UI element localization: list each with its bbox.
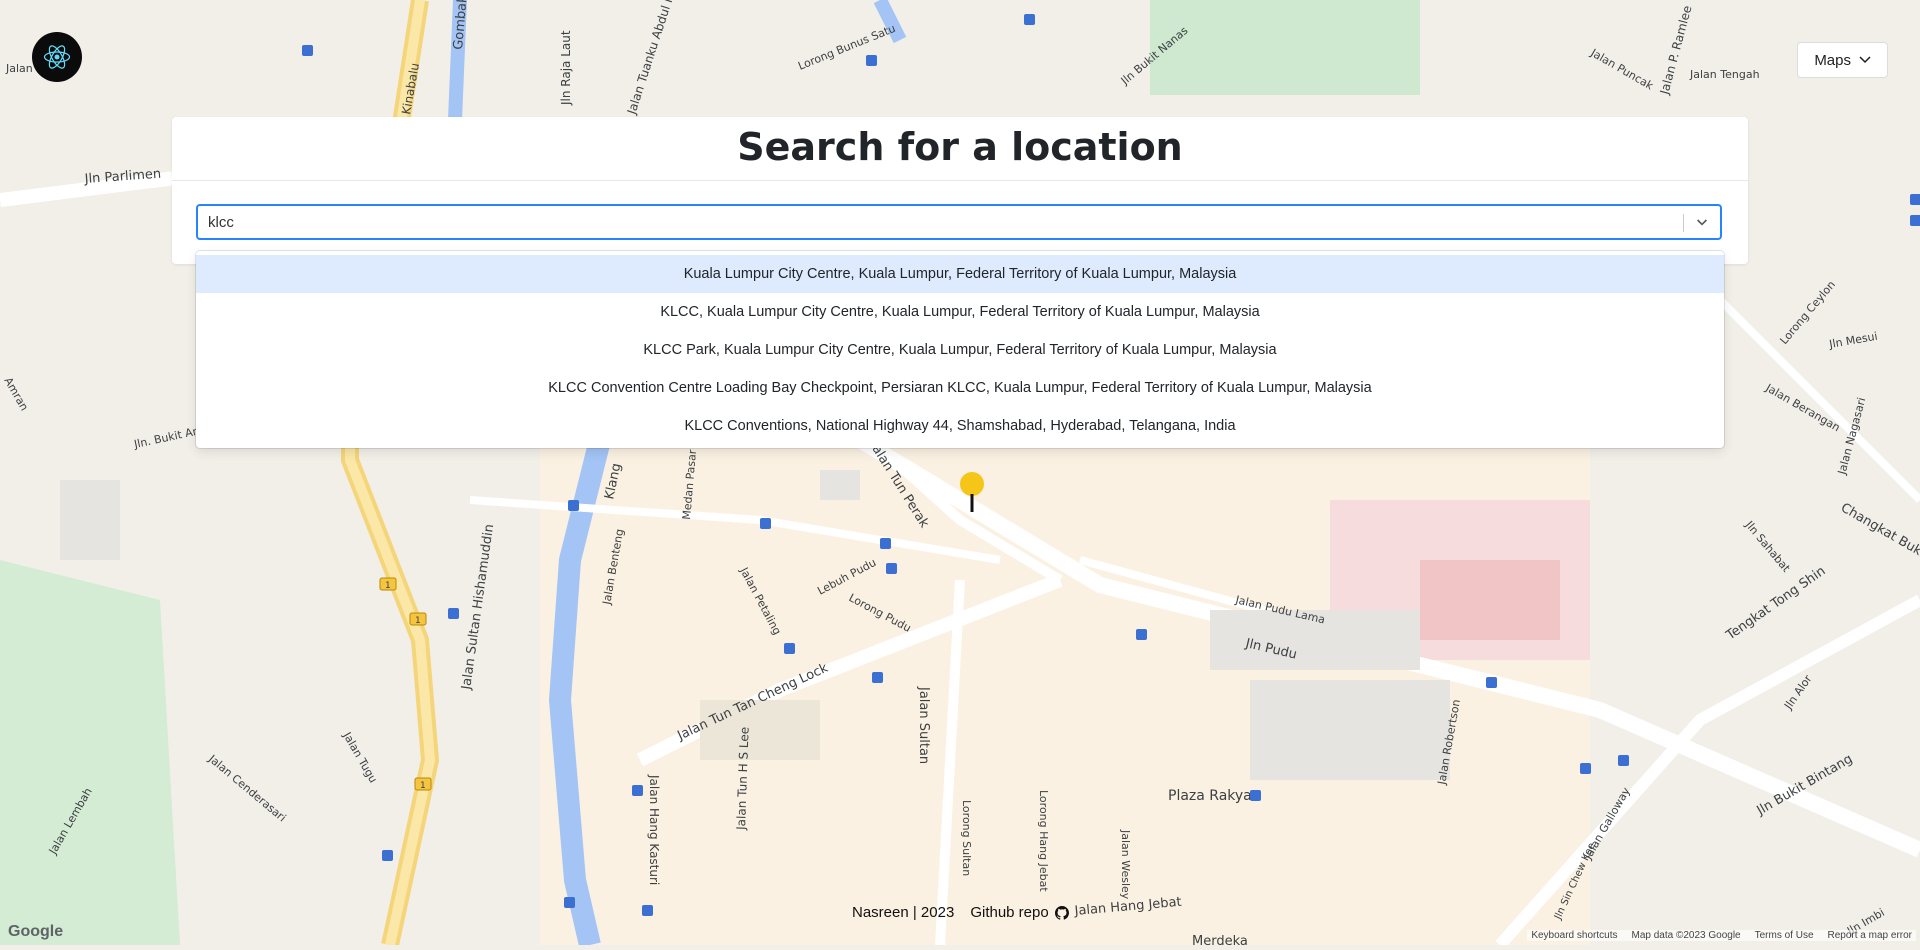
search-input-value[interactable]: klcc [208, 214, 234, 231]
street-label-jln-raja-laut: Jln Raja Laut [559, 30, 573, 106]
page-title: Search for a location [737, 125, 1183, 169]
github-repo-link[interactable]: Github repo [970, 904, 1069, 921]
map-data-text: Map data ©2023 Google [1631, 930, 1741, 941]
app-logo[interactable] [32, 32, 82, 82]
map-pin-marker[interactable] [960, 472, 984, 519]
report-error-link[interactable]: Report a map error [1828, 930, 1912, 941]
location-pin-icon [960, 472, 984, 512]
svg-text:1: 1 [415, 616, 421, 626]
street-label-jalan-tengah: Jalan Tengah [1689, 68, 1760, 81]
street-label-jalan-sultan: Jalan Sultan [916, 686, 931, 764]
github-repo-label[interactable]: Github repo [970, 904, 1048, 921]
map-attribution: Keyboard shortcuts Map data ©2023 Google… [1527, 930, 1916, 941]
suggestions-list: Kuala Lumpur City Centre, Kuala Lumpur, … [196, 251, 1724, 449]
place-label-merdeka[interactable]: Merdeka [1192, 934, 1248, 949]
react-logo-icon [43, 45, 71, 69]
chevron-down-icon[interactable] [1694, 214, 1710, 230]
footer-credit: Nasreen | 2023 [852, 904, 955, 921]
search-panel: Search for a location [172, 117, 1748, 264]
suggestion-option[interactable]: KLCC, Kuala Lumpur City Centre, Kuala Lu… [196, 293, 1724, 331]
suggestion-option[interactable]: KLCC Park, Kuala Lumpur City Centre, Kua… [196, 331, 1724, 369]
github-icon [1054, 905, 1069, 920]
road-shield-1b: 1 [409, 612, 427, 626]
street-label-lorong-hang-jebat: Lorong Hang Jebat [1037, 790, 1050, 892]
location-search-input[interactable]: klcc [196, 204, 1722, 240]
maps-type-button[interactable]: Maps [1797, 42, 1888, 78]
road-shield-1: 1 [379, 577, 397, 591]
road-shield-1c: 1 [414, 777, 432, 791]
suggestions-menu: Kuala Lumpur City Centre, Kuala Lumpur, … [196, 251, 1724, 448]
maps-button-label: Maps [1814, 51, 1851, 69]
street-label-lorong-sultan: Lorong Sultan [960, 800, 973, 876]
footer: Nasreen | 2023 Github repo [852, 904, 1069, 921]
suggestion-option[interactable]: Kuala Lumpur City Centre, Kuala Lumpur, … [196, 255, 1724, 293]
suggestion-option[interactable]: KLCC Convention Centre Loading Bay Check… [196, 369, 1724, 407]
suggestion-option[interactable]: KLCC Conventions, National Highway 44, S… [196, 407, 1724, 445]
street-label-jalan-hang-kasturi: Jalan Hang Kasturi [647, 774, 661, 885]
input-separator [1683, 214, 1684, 232]
svg-text:1: 1 [420, 781, 426, 791]
street-label-jalan-wesley: Jalan Wesley [1119, 829, 1132, 900]
terms-link[interactable]: Terms of Use [1755, 930, 1814, 941]
panel-divider [172, 180, 1748, 181]
google-logo[interactable]: Google [8, 923, 63, 941]
keyboard-shortcuts-link[interactable]: Keyboard shortcuts [1531, 930, 1617, 941]
place-label-plaza-rakyat[interactable]: Plaza Rakyat [1168, 788, 1258, 804]
chevron-down-icon [1859, 56, 1871, 64]
svg-text:1: 1 [385, 581, 391, 591]
